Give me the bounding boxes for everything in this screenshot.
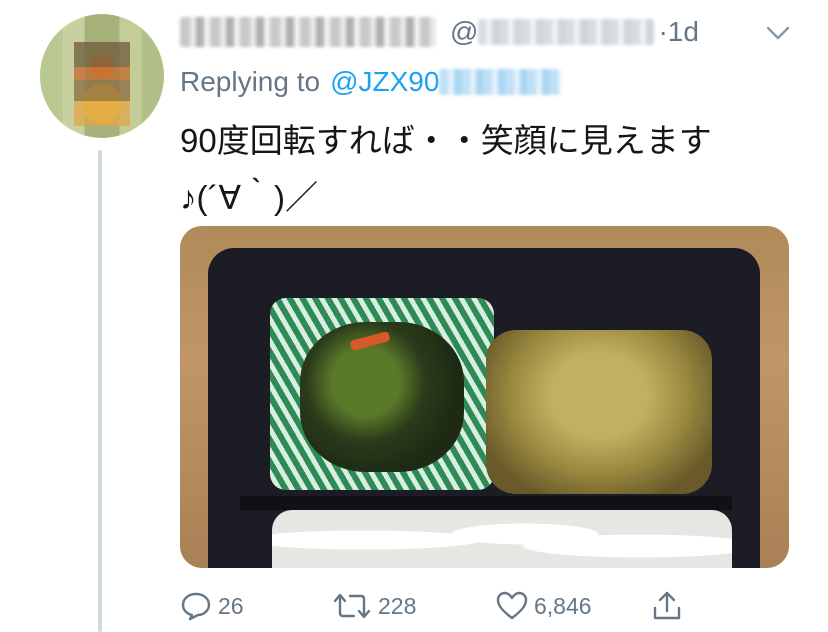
tweet-photo[interactable] (180, 226, 789, 568)
retweet-arrows-icon (333, 593, 371, 619)
replying-to: Replying to @JZX90 (180, 60, 562, 104)
handle-prefix: @ (450, 16, 479, 47)
fried-food (486, 330, 712, 494)
author-name-blurred[interactable] (180, 17, 436, 47)
replying-to-mention[interactable]: @JZX90 (330, 66, 439, 98)
author-handle-blurred[interactable] (478, 19, 655, 45)
tweet-text: 90度回転すれば・・笑顔に見えます ♪(´∀｀)／ (180, 112, 800, 226)
share-button[interactable] (652, 586, 688, 626)
greens-dish (300, 322, 464, 472)
reply-button[interactable]: 26 (180, 586, 244, 626)
tweet-header: @ ·1d (180, 10, 788, 54)
tweet-menu-button[interactable] (760, 18, 796, 48)
retweet-count: 228 (378, 592, 417, 619)
like-button[interactable]: 6,846 (496, 586, 592, 626)
tweet-time[interactable]: ·1d (658, 16, 698, 48)
share-upload-icon (653, 591, 681, 620)
tweet-text-line-2: ♪(´∀｀)／ (180, 179, 319, 216)
avatar-image (74, 42, 130, 126)
retweet-button[interactable]: 228 (332, 586, 416, 626)
heart-icon (496, 591, 528, 620)
tray-divider (240, 496, 732, 510)
rice (272, 510, 732, 568)
tweet-actions: 26 228 6,846 (180, 586, 700, 626)
replying-to-mention-blurred[interactable] (439, 69, 562, 95)
tweet-text-line-1: 90度回転すれば・・笑顔に見えます (180, 122, 712, 159)
reply-count: 26 (218, 592, 244, 619)
replying-to-label: Replying to (180, 66, 321, 97)
chevron-down-icon (766, 26, 790, 40)
like-count: 6,846 (534, 592, 592, 619)
avatar[interactable] (40, 14, 164, 138)
thread-connector-line (98, 150, 102, 632)
speech-bubble-icon (181, 592, 211, 621)
